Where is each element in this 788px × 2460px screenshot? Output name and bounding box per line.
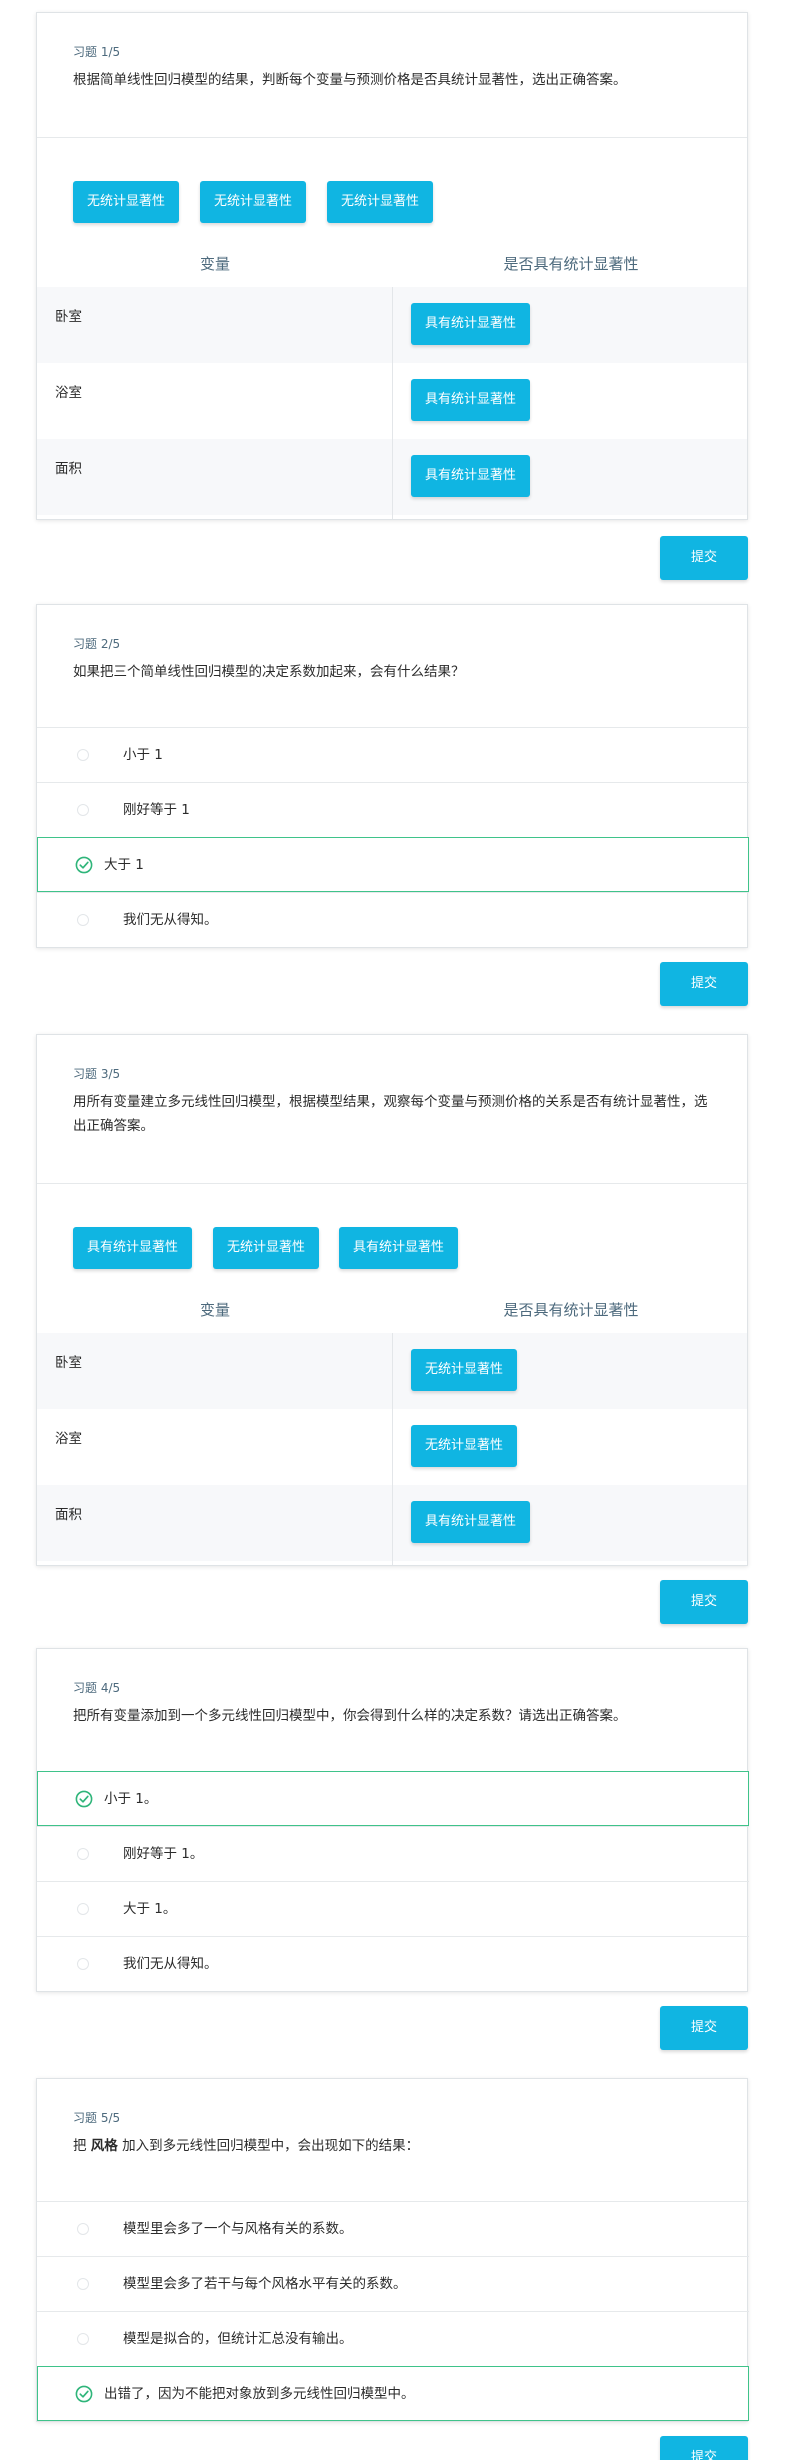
q5-option-3[interactable]: 模型是拟合的，但统计汇总没有输出。 [37,2311,749,2366]
quiz-5-question-suffix: 加入到多元线性回归模型中，会出现如下的结果： [117,2138,420,2154]
q5-option-1[interactable]: 模型里会多了一个与风格有关的系数。 [37,2201,749,2256]
check-circle-icon [75,2385,93,2403]
quiz-3-card: 习题 3/5 用所有变量建立多元线性回归模型，根据模型结果，观察每个变量与预测价… [36,1034,748,1566]
q1-pool-item-1[interactable]: 无统计显著性 [73,181,180,223]
quiz-4-question: 把所有变量添加到一个多元线性回归模型中，你会得到什么样的决定系数？请选出正确答案… [73,1708,627,1724]
radio-icon[interactable] [77,1958,89,1970]
quiz-1: 习题 1/5 根据简单线性回归模型的结果，判断每个变量与预测价格是否具统计显著性… [36,12,748,580]
q1-row-variable: 卧室 [55,309,82,325]
q1-row-variable: 浴室 [55,385,82,401]
q3-col-variable: 变量 [199,1301,230,1319]
q4-option-label: 刚好等于 1。 [123,1846,204,1862]
q3-row-answer[interactable]: 具有统计显著性 [411,1501,531,1543]
q4-option-label: 大于 1。 [123,1901,177,1917]
q5-option-label: 出错了，因为不能把对象放到多元线性回归模型中。 [104,2386,415,2402]
q1-pool-item-2[interactable]: 无统计显著性 [200,181,307,223]
quiz-1-divider [37,137,747,138]
quiz-4-label: 习题 4/5 [73,1681,121,1695]
q4-option-label: 我们无从得知。 [123,1956,218,1972]
radio-icon[interactable] [77,914,89,926]
quiz-2-card: 习题 2/5 如果把三个简单线性回归模型的决定系数加起来，会有什么结果？ 小于 … [36,604,749,948]
q3-row-answer[interactable]: 无统计显著性 [411,1425,518,1467]
radio-icon[interactable] [77,1903,89,1915]
q5-option-label: 模型里会多了一个与风格有关的系数。 [123,2221,353,2237]
quiz-5: 习题 5/5 把 风格 加入到多元线性回归模型中，会出现如下的结果： 模型里会多… [36,2078,749,2460]
q3-row-variable: 面积 [55,1507,82,1523]
quiz-2: 习题 2/5 如果把三个简单线性回归模型的决定系数加起来，会有什么结果？ 小于 … [36,604,749,1006]
q5-option-label: 模型里会多了若干与每个风格水平有关的系数。 [123,2276,407,2292]
q3-row-variable: 卧室 [55,1355,82,1371]
q4-option-4[interactable]: 我们无从得知。 [37,1936,749,1991]
q4-option-2[interactable]: 刚好等于 1。 [37,1826,749,1881]
quiz-1-card: 习题 1/5 根据简单线性回归模型的结果，判断每个变量与预测价格是否具统计显著性… [36,12,748,520]
quiz-4-card: 习题 4/5 把所有变量添加到一个多元线性回归模型中，你会得到什么样的决定系数？… [36,1648,749,1992]
quiz-4: 习题 4/5 把所有变量添加到一个多元线性回归模型中，你会得到什么样的决定系数？… [36,1648,749,2050]
q1-row-answer[interactable]: 具有统计显著性 [411,455,531,497]
check-circle-icon [75,1790,93,1808]
quiz-5-question: 把 风格 加入到多元线性回归模型中，会出现如下的结果： [73,2134,711,2158]
q5-option-label: 模型是拟合的，但统计汇总没有输出。 [123,2331,353,2347]
q2-option-3-correct[interactable]: 大于 1 [37,837,749,892]
q1-submit-button[interactable]: 提交 [660,536,748,580]
q3-row-variable: 浴室 [55,1431,82,1447]
q1-row-variable: 面积 [55,461,82,477]
q5-submit-button[interactable]: 提交 [660,2436,748,2460]
q1-col-significance: 是否具有统计显著性 [503,255,639,273]
q1-pool-item-3[interactable]: 无统计显著性 [327,181,434,223]
quiz-2-question: 如果把三个简单线性回归模型的决定系数加起来，会有什么结果？ [73,664,465,680]
quiz-3: 习题 3/5 用所有变量建立多元线性回归模型，根据模型结果，观察每个变量与预测价… [36,1034,748,1624]
q2-option-label: 刚好等于 1 [123,802,190,818]
q4-option-3[interactable]: 大于 1。 [37,1881,749,1936]
quiz-3-question: 用所有变量建立多元线性回归模型，根据模型结果，观察每个变量与预测价格的关系是否有… [73,1094,708,1134]
radio-icon[interactable] [77,1848,89,1860]
quiz-3-divider [37,1183,747,1184]
q4-option-1-correct[interactable]: 小于 1。 [37,1771,749,1826]
q3-pool-item-2[interactable]: 无统计显著性 [213,1227,320,1269]
radio-icon[interactable] [77,2223,89,2235]
q2-option-1[interactable]: 小于 1 [37,727,749,782]
q4-submit-button[interactable]: 提交 [660,2006,748,2050]
q3-row-answer[interactable]: 无统计显著性 [411,1349,518,1391]
quiz-5-card: 习题 5/5 把 风格 加入到多元线性回归模型中，会出现如下的结果： 模型里会多… [36,2078,749,2422]
q3-pool-item-3[interactable]: 具有统计显著性 [339,1227,459,1269]
quiz-2-label: 习题 2/5 [73,637,121,651]
q4-option-label: 小于 1。 [104,1791,158,1807]
radio-icon[interactable] [77,2278,89,2290]
radio-icon[interactable] [77,804,89,816]
check-circle-icon [75,856,93,874]
quiz-1-question: 根据简单线性回归模型的结果，判断每个变量与预测价格是否具统计显著性，选出正确答案… [73,72,627,88]
q1-column-separator [392,287,393,519]
q2-submit-button[interactable]: 提交 [660,962,748,1006]
q2-option-label: 大于 1 [104,857,144,873]
quiz-5-question-prefix: 把 [73,2138,91,2154]
q5-option-2[interactable]: 模型里会多了若干与每个风格水平有关的系数。 [37,2256,749,2311]
quiz-5-label: 习题 5/5 [73,2111,121,2125]
q1-row-answer[interactable]: 具有统计显著性 [411,303,531,345]
q2-option-label: 我们无从得知。 [123,912,218,928]
q5-option-4-correct[interactable]: 出错了，因为不能把对象放到多元线性回归模型中。 [37,2366,749,2421]
q2-option-4[interactable]: 我们无从得知。 [37,892,749,947]
q3-submit-button[interactable]: 提交 [660,1580,748,1624]
q2-option-2[interactable]: 刚好等于 1 [37,782,749,837]
radio-icon[interactable] [77,749,89,761]
quiz-3-label: 习题 3/5 [73,1067,121,1081]
q2-option-label: 小于 1 [123,747,163,763]
q1-col-variable: 变量 [199,255,230,273]
radio-icon[interactable] [77,2333,89,2345]
q3-column-separator [392,1333,393,1565]
q3-pool-item-1[interactable]: 具有统计显著性 [73,1227,193,1269]
quiz-1-label: 习题 1/5 [73,45,121,59]
q1-row-answer[interactable]: 具有统计显著性 [411,379,531,421]
quiz-5-question-keyword: 风格 [90,2138,118,2154]
q3-col-significance: 是否具有统计显著性 [503,1301,639,1319]
